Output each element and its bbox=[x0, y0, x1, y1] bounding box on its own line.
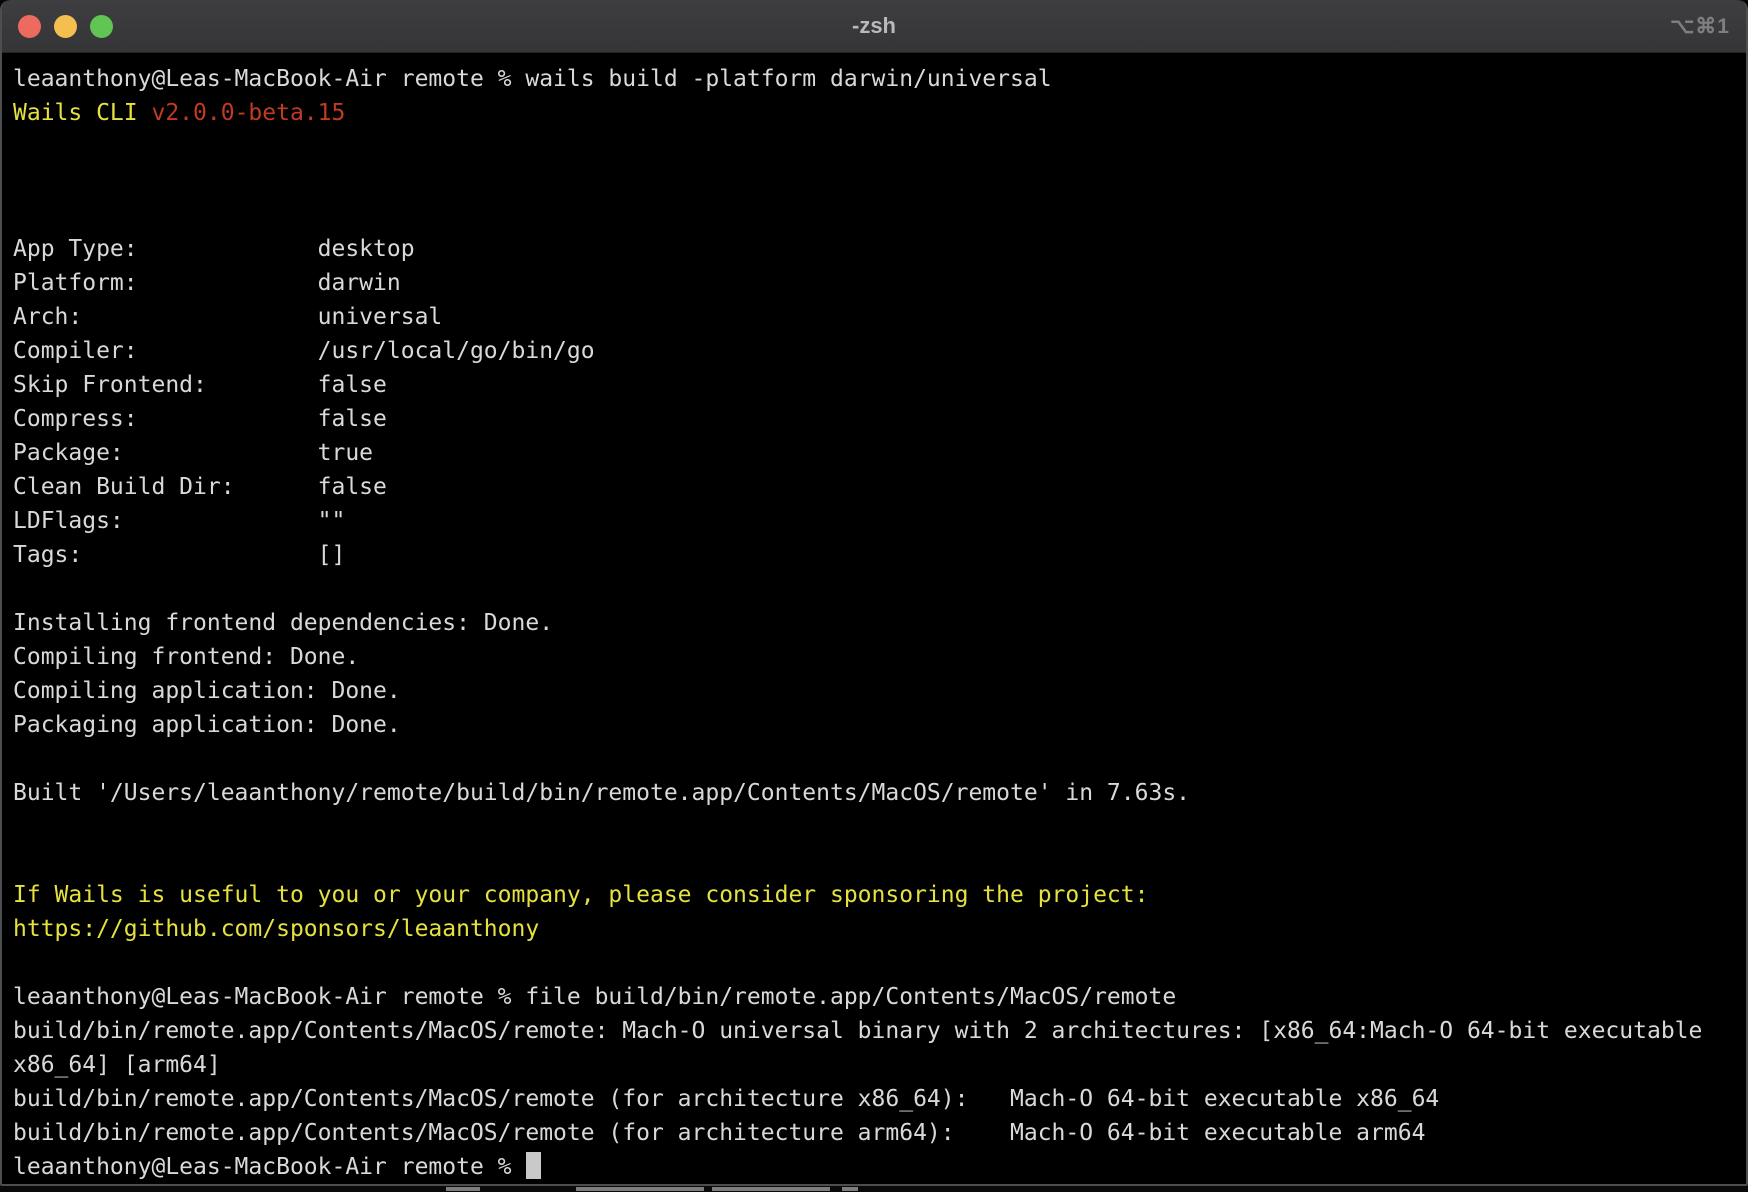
terminal-line: build/bin/remote.app/Contents/MacOS/remo… bbox=[13, 1014, 1746, 1048]
screen: -zsh ⌥⌘1 leaanthony@Leas-MacBook-Air rem… bbox=[0, 0, 1748, 1192]
terminal-line: build/bin/remote.app/Contents/MacOS/remo… bbox=[13, 1116, 1746, 1150]
terminal-line: App Type: desktop bbox=[13, 232, 1746, 266]
terminal-line bbox=[13, 810, 1746, 844]
terminal-line: Compiler: /usr/local/go/bin/go bbox=[13, 334, 1746, 368]
terminal-line: https://github.com/sponsors/leaanthony bbox=[13, 912, 1746, 946]
terminal-text: App Type: desktop bbox=[13, 236, 415, 262]
terminal-text: build/bin/remote.app/Contents/MacOS/remo… bbox=[13, 1018, 1702, 1044]
terminal-output[interactable]: leaanthony@Leas-MacBook-Air remote % wai… bbox=[2, 53, 1746, 1184]
terminal-text: x86_64] [arm64] bbox=[13, 1052, 221, 1078]
terminal-text: Package: true bbox=[13, 440, 373, 466]
terminal-text: Arch: universal bbox=[13, 304, 442, 330]
terminal-text: https://github.com/sponsors/leaanthony bbox=[13, 916, 539, 942]
terminal-line bbox=[13, 198, 1746, 232]
zoom-button[interactable] bbox=[90, 15, 113, 38]
terminal-line bbox=[13, 572, 1746, 606]
terminal-line: leaanthony@Leas-MacBook-Air remote % fil… bbox=[13, 980, 1746, 1014]
terminal-line: Clean Build Dir: false bbox=[13, 470, 1746, 504]
traffic-lights bbox=[18, 0, 113, 52]
terminal-text: Compiling application: Done. bbox=[13, 678, 401, 704]
terminal-text: Compiling frontend: Done. bbox=[13, 644, 359, 670]
terminal-text: Built '/Users/leaanthony/remote/build/bi… bbox=[13, 780, 1190, 806]
terminal-text: leaanthony@Leas-MacBook-Air remote % wai… bbox=[13, 66, 1052, 92]
tab-shortcut-badge: ⌥⌘1 bbox=[1670, 0, 1730, 52]
terminal-line: Platform: darwin bbox=[13, 266, 1746, 300]
terminal-line: leaanthony@Leas-MacBook-Air remote % wai… bbox=[13, 62, 1746, 96]
terminal-text: Installing frontend dependencies: Done. bbox=[13, 610, 553, 636]
terminal-text: Compress: false bbox=[13, 406, 387, 432]
minimize-button[interactable] bbox=[54, 15, 77, 38]
terminal-text: leaanthony@Leas-MacBook-Air remote % bbox=[13, 1154, 525, 1180]
terminal-line: Built '/Users/leaanthony/remote/build/bi… bbox=[13, 776, 1746, 810]
window-title: -zsh bbox=[852, 13, 896, 39]
terminal-text: Compiler: /usr/local/go/bin/go bbox=[13, 338, 595, 364]
terminal-line: Tags: [] bbox=[13, 538, 1746, 572]
terminal-line: Wails CLI v2.0.0-beta.15 bbox=[13, 96, 1746, 130]
terminal-text: Packaging application: Done. bbox=[13, 712, 401, 738]
terminal-text: leaanthony@Leas-MacBook-Air remote % fil… bbox=[13, 984, 1176, 1010]
background-window-edge bbox=[0, 1186, 1748, 1192]
terminal-text: build/bin/remote.app/Contents/MacOS/remo… bbox=[13, 1086, 1439, 1112]
terminal-line bbox=[13, 164, 1746, 198]
terminal-window: -zsh ⌥⌘1 leaanthony@Leas-MacBook-Air rem… bbox=[0, 0, 1748, 1186]
terminal-line: Packaging application: Done. bbox=[13, 708, 1746, 742]
terminal-text: Skip Frontend: false bbox=[13, 372, 387, 398]
terminal-line: LDFlags: "" bbox=[13, 504, 1746, 538]
terminal-line bbox=[13, 742, 1746, 776]
terminal-text: LDFlags: "" bbox=[13, 508, 345, 534]
terminal-text: v2.0.0-beta.15 bbox=[151, 100, 345, 126]
terminal-line: x86_64] [arm64] bbox=[13, 1048, 1746, 1082]
terminal-line: Installing frontend dependencies: Done. bbox=[13, 606, 1746, 640]
close-button[interactable] bbox=[18, 15, 41, 38]
terminal-text: Tags: [] bbox=[13, 542, 345, 568]
terminal-text: build/bin/remote.app/Contents/MacOS/remo… bbox=[13, 1120, 1425, 1146]
background-window-fragment bbox=[712, 1187, 830, 1191]
terminal-line: If Wails is useful to you or your compan… bbox=[13, 878, 1746, 912]
terminal-line bbox=[13, 130, 1746, 164]
terminal-text: Clean Build Dir: false bbox=[13, 474, 387, 500]
background-window-fragment bbox=[842, 1187, 858, 1191]
titlebar[interactable]: -zsh ⌥⌘1 bbox=[2, 0, 1746, 53]
terminal-line: leaanthony@Leas-MacBook-Air remote % bbox=[13, 1150, 1746, 1184]
terminal-line bbox=[13, 844, 1746, 878]
terminal-line: Compiling application: Done. bbox=[13, 674, 1746, 708]
terminal-line: Compiling frontend: Done. bbox=[13, 640, 1746, 674]
terminal-line: build/bin/remote.app/Contents/MacOS/remo… bbox=[13, 1082, 1746, 1116]
terminal-text: If Wails is useful to you or your compan… bbox=[13, 882, 1148, 908]
terminal-line: Arch: universal bbox=[13, 300, 1746, 334]
terminal-line: Package: true bbox=[13, 436, 1746, 470]
terminal-line bbox=[13, 946, 1746, 980]
background-window-fragment bbox=[576, 1187, 704, 1191]
terminal-text: Platform: darwin bbox=[13, 270, 401, 296]
terminal-line: Skip Frontend: false bbox=[13, 368, 1746, 402]
terminal-text: Wails CLI bbox=[13, 100, 151, 126]
terminal-cursor bbox=[526, 1152, 541, 1179]
background-window-fragment bbox=[446, 1187, 480, 1191]
terminal-line: Compress: false bbox=[13, 402, 1746, 436]
